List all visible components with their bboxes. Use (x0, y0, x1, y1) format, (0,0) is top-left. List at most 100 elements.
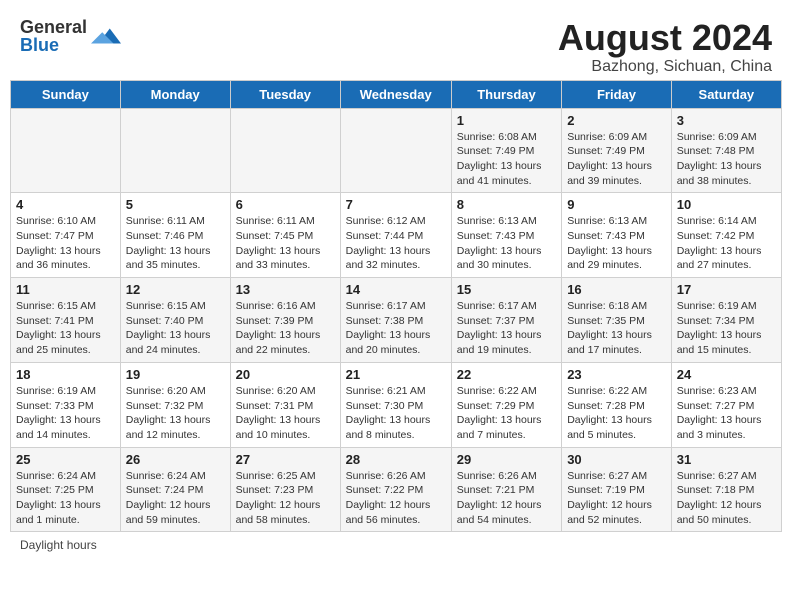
month-year: August 2024 (558, 18, 772, 58)
day-info: Sunrise: 6:26 AMSunset: 7:21 PMDaylight:… (457, 469, 556, 528)
calendar-cell: 29 Sunrise: 6:26 AMSunset: 7:21 PMDayligh… (451, 447, 561, 532)
day-info: Sunrise: 6:22 AMSunset: 7:29 PMDaylight:… (457, 384, 556, 443)
calendar-cell: 31 Sunrise: 6:27 AMSunset: 7:18 PMDayligh… (671, 447, 781, 532)
logo-general-text: General (20, 18, 87, 36)
day-number: 7 (346, 197, 446, 212)
calendar-cell: 7 Sunrise: 6:12 AMSunset: 7:44 PMDaylight… (340, 193, 451, 278)
day-number: 12 (126, 282, 225, 297)
calendar-cell (230, 108, 340, 193)
day-info: Sunrise: 6:24 AMSunset: 7:25 PMDaylight:… (16, 469, 115, 528)
title-block: August 2024 Bazhong, Sichuan, China (558, 18, 772, 76)
weekday-header: Tuesday (230, 80, 340, 108)
calendar-cell: 24Sunrise: 6:23 AMSunset: 7:27 PMDayligh… (671, 362, 781, 447)
calendar-cell (11, 108, 121, 193)
calendar-cell: 30Sunrise: 6:27 AMSunset: 7:19 PMDayligh… (562, 447, 672, 532)
day-number: 27 (236, 452, 335, 467)
day-info: Sunrise: 6:22 AMSunset: 7:28 PMDaylight:… (567, 384, 666, 443)
day-number: 18 (16, 367, 115, 382)
page-header: General Blue August 2024 Bazhong, Sichua… (10, 10, 782, 80)
calendar-cell: 15Sunrise: 6:17 AMSunset: 7:37 PMDayligh… (451, 278, 561, 363)
day-number: 24 (677, 367, 776, 382)
day-info: Sunrise: 6:20 AMSunset: 7:32 PMDaylight:… (126, 384, 225, 443)
footer: Daylight hours (10, 532, 782, 554)
day-number: 10 (677, 197, 776, 212)
day-info: Sunrise: 6:19 AMSunset: 7:33 PMDaylight:… (16, 384, 115, 443)
weekday-header: Thursday (451, 80, 561, 108)
calendar-cell: 26 Sunrise: 6:24 AMSunset: 7:24 PMDayligh… (120, 447, 230, 532)
calendar-cell: 18 Sunrise: 6:19 AMSunset: 7:33 PMDayligh… (11, 362, 121, 447)
weekday-header: Wednesday (340, 80, 451, 108)
day-number: 21 (346, 367, 446, 382)
day-info: Sunrise: 6:21 AMSunset: 7:30 PMDaylight:… (346, 384, 446, 443)
day-info: Sunrise: 6:15 AMSunset: 7:41 PMDaylight:… (16, 299, 115, 358)
day-info: Sunrise: 6:24 AMSunset: 7:24 PMDaylight:… (126, 469, 225, 528)
day-info: Sunrise: 6:25 AMSunset: 7:23 PMDaylight:… (236, 469, 335, 528)
day-number: 29 (457, 452, 556, 467)
logo-icon (91, 21, 121, 51)
weekday-header: Monday (120, 80, 230, 108)
calendar-cell: 20 Sunrise: 6:20 AMSunset: 7:31 PMDayligh… (230, 362, 340, 447)
calendar-cell: 14Sunrise: 6:17 AMSunset: 7:38 PMDayligh… (340, 278, 451, 363)
day-info: Sunrise: 6:27 AMSunset: 7:19 PMDaylight:… (567, 469, 666, 528)
day-number: 25 (16, 452, 115, 467)
calendar-cell: 17Sunrise: 6:19 AMSunset: 7:34 PMDayligh… (671, 278, 781, 363)
day-number: 22 (457, 367, 556, 382)
weekday-header: Sunday (11, 80, 121, 108)
day-number: 9 (567, 197, 666, 212)
calendar-cell: 10 Sunrise: 6:14 AMSunset: 7:42 PMDayligh… (671, 193, 781, 278)
calendar-header: SundayMondayTuesdayWednesdayThursdayFrid… (11, 80, 782, 108)
day-number: 16 (567, 282, 666, 297)
calendar-cell: 27 Sunrise: 6:25 AMSunset: 7:23 PMDayligh… (230, 447, 340, 532)
day-number: 14 (346, 282, 446, 297)
calendar-cell: 16Sunrise: 6:18 AMSunset: 7:35 PMDayligh… (562, 278, 672, 363)
calendar-cell: 22 Sunrise: 6:22 AMSunset: 7:29 PMDayligh… (451, 362, 561, 447)
day-info: Sunrise: 6:09 AMSunset: 7:48 PMDaylight:… (677, 130, 776, 189)
calendar-cell: 8 Sunrise: 6:13 AMSunset: 7:43 PMDaylight… (451, 193, 561, 278)
day-info: Sunrise: 6:13 AMSunset: 7:43 PMDaylight:… (567, 214, 666, 273)
day-info: Sunrise: 6:19 AMSunset: 7:34 PMDaylight:… (677, 299, 776, 358)
logo: General Blue (20, 18, 121, 54)
day-number: 23 (567, 367, 666, 382)
day-info: Sunrise: 6:11 AMSunset: 7:46 PMDaylight:… (126, 214, 225, 273)
calendar-cell: 19 Sunrise: 6:20 AMSunset: 7:32 PMDayligh… (120, 362, 230, 447)
calendar-cell (340, 108, 451, 193)
day-info: Sunrise: 6:12 AMSunset: 7:44 PMDaylight:… (346, 214, 446, 273)
day-number: 6 (236, 197, 335, 212)
calendar-table: SundayMondayTuesdayWednesdayThursdayFrid… (10, 80, 782, 533)
day-info: Sunrise: 6:13 AMSunset: 7:43 PMDaylight:… (457, 214, 556, 273)
calendar-cell: 23 Sunrise: 6:22 AMSunset: 7:28 PMDayligh… (562, 362, 672, 447)
calendar-cell: 9 Sunrise: 6:13 AMSunset: 7:43 PMDaylight… (562, 193, 672, 278)
day-info: Sunrise: 6:10 AMSunset: 7:47 PMDaylight:… (16, 214, 115, 273)
calendar-cell: 5 Sunrise: 6:11 AMSunset: 7:46 PMDaylight… (120, 193, 230, 278)
day-info: Sunrise: 6:26 AMSunset: 7:22 PMDaylight:… (346, 469, 446, 528)
day-info: Sunrise: 6:20 AMSunset: 7:31 PMDaylight:… (236, 384, 335, 443)
calendar-cell: 28Sunrise: 6:26 AMSunset: 7:22 PMDayligh… (340, 447, 451, 532)
calendar-cell: 3 Sunrise: 6:09 AMSunset: 7:48 PMDaylight… (671, 108, 781, 193)
weekday-header: Friday (562, 80, 672, 108)
day-number: 26 (126, 452, 225, 467)
day-info: Sunrise: 6:15 AMSunset: 7:40 PMDaylight:… (126, 299, 225, 358)
day-number: 3 (677, 113, 776, 128)
calendar-body: 1Sunrise: 6:08 AMSunset: 7:49 PMDaylight… (11, 108, 782, 532)
day-number: 5 (126, 197, 225, 212)
day-number: 15 (457, 282, 556, 297)
calendar-cell: 4Sunrise: 6:10 AMSunset: 7:47 PMDaylight… (11, 193, 121, 278)
day-number: 8 (457, 197, 556, 212)
day-number: 1 (457, 113, 556, 128)
logo-blue-text: Blue (20, 36, 87, 54)
calendar-cell: 13Sunrise: 6:16 AMSunset: 7:39 PMDayligh… (230, 278, 340, 363)
calendar-cell: 12 Sunrise: 6:15 AMSunset: 7:40 PMDayligh… (120, 278, 230, 363)
calendar-cell: 6 Sunrise: 6:11 AMSunset: 7:45 PMDaylight… (230, 193, 340, 278)
calendar-cell: 11 Sunrise: 6:15 AMSunset: 7:41 PMDayligh… (11, 278, 121, 363)
day-info: Sunrise: 6:11 AMSunset: 7:45 PMDaylight:… (236, 214, 335, 273)
day-number: 31 (677, 452, 776, 467)
day-number: 20 (236, 367, 335, 382)
daylight-hours-label: Daylight hours (20, 538, 97, 552)
day-info: Sunrise: 6:27 AMSunset: 7:18 PMDaylight:… (677, 469, 776, 528)
day-info: Sunrise: 6:16 AMSunset: 7:39 PMDaylight:… (236, 299, 335, 358)
calendar-cell: 1Sunrise: 6:08 AMSunset: 7:49 PMDaylight… (451, 108, 561, 193)
day-number: 11 (16, 282, 115, 297)
calendar-cell: 25 Sunrise: 6:24 AMSunset: 7:25 PMDayligh… (11, 447, 121, 532)
day-info: Sunrise: 6:14 AMSunset: 7:42 PMDaylight:… (677, 214, 776, 273)
day-number: 19 (126, 367, 225, 382)
